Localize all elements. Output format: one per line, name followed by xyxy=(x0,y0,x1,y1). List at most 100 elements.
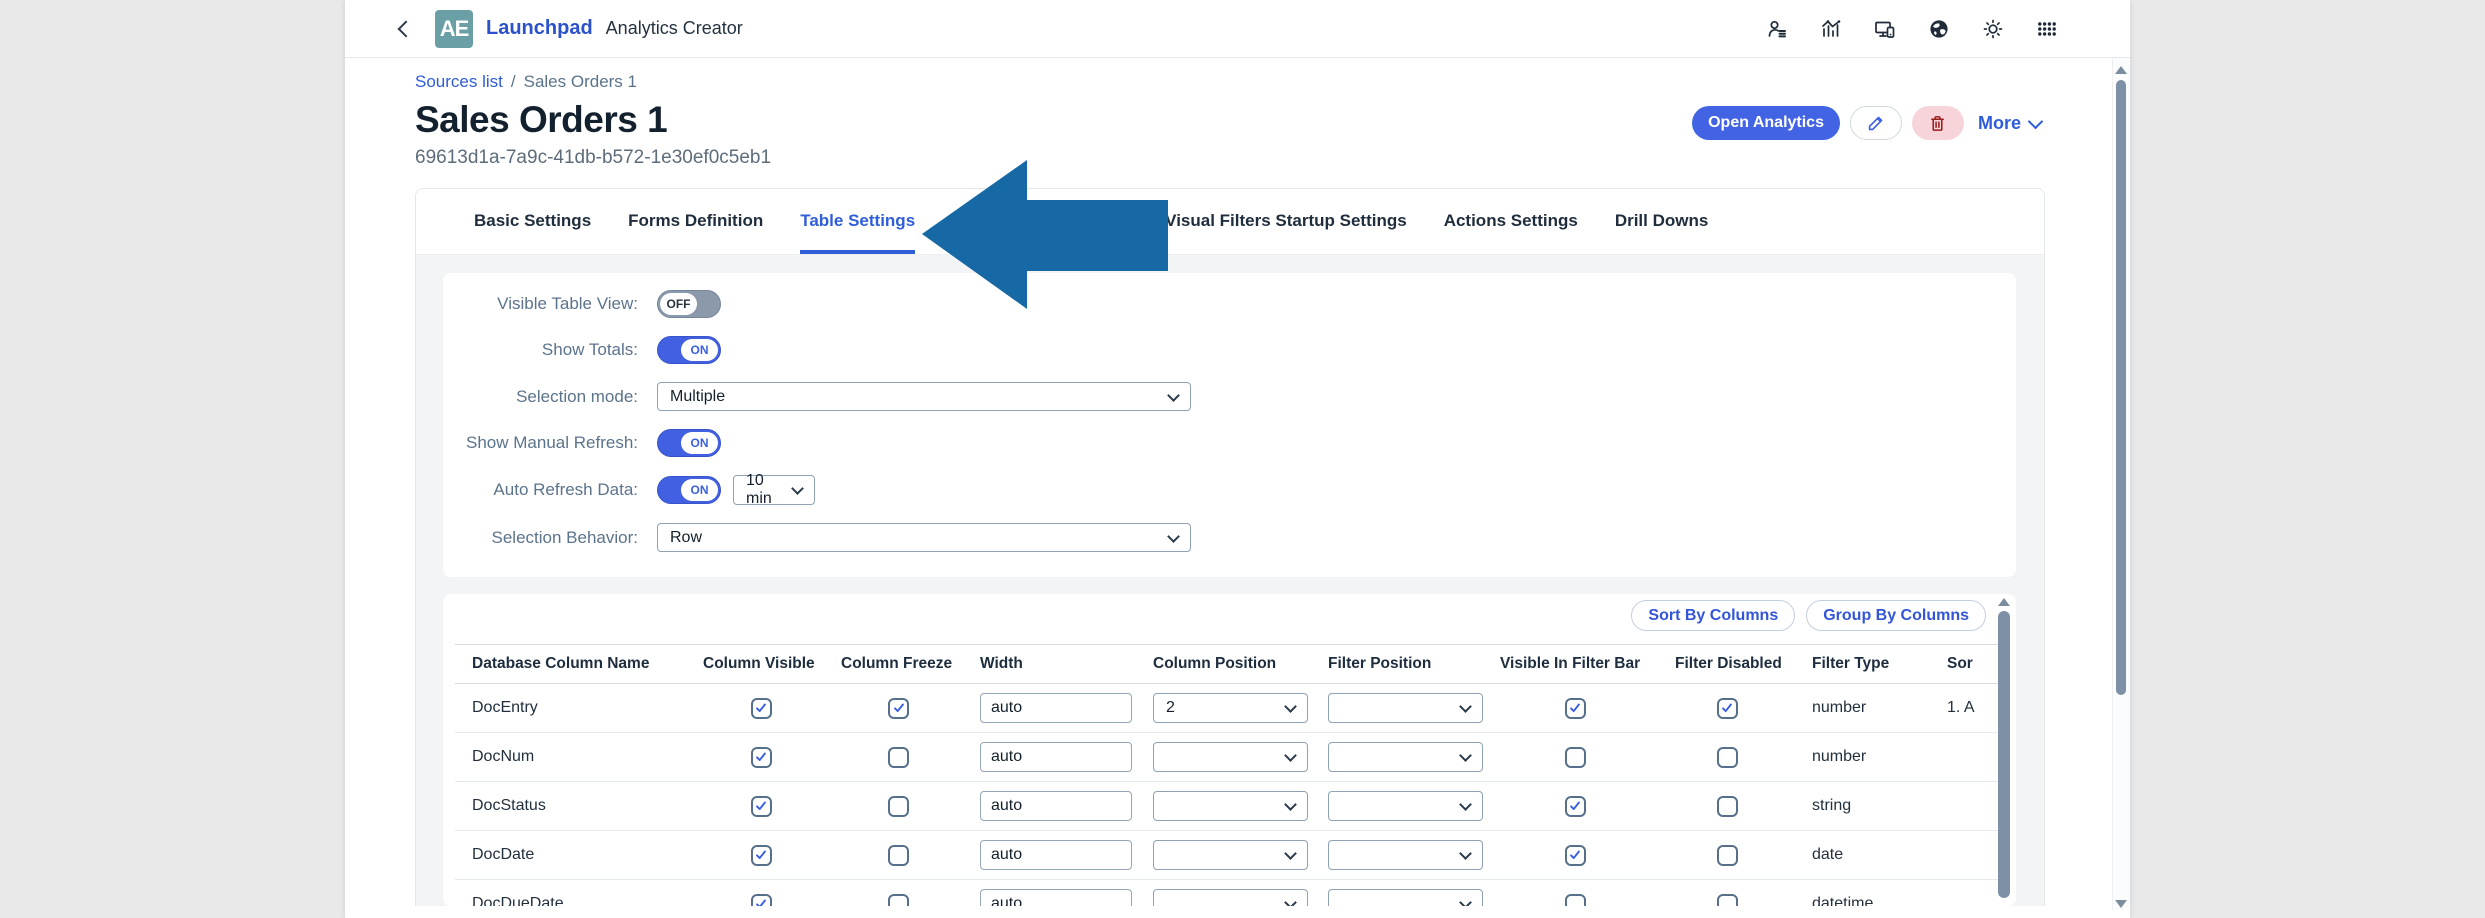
column-freeze-checkbox[interactable] xyxy=(888,698,909,719)
filter-disabled-checkbox[interactable] xyxy=(1717,747,1738,768)
db-column-name: DocDueDate xyxy=(455,895,685,906)
appearance-theme-icon[interactable] xyxy=(1980,16,2006,42)
scroll-down-arrow[interactable] xyxy=(2115,900,2127,908)
table-body: DocEntry 2 number 1. A DocNum number Doc… xyxy=(455,684,2000,906)
obscured-tab-area[interactable] xyxy=(952,189,1128,254)
column-visible-checkbox[interactable] xyxy=(751,796,772,817)
browser-scrollbar-thumb[interactable] xyxy=(2116,80,2126,695)
auto-refresh-data-toggle[interactable]: ON xyxy=(657,476,721,504)
browser-scrollbar[interactable] xyxy=(2112,58,2130,910)
more-button[interactable]: More xyxy=(1974,113,2045,134)
column-freeze-checkbox[interactable] xyxy=(888,747,909,768)
chevron-down-icon xyxy=(1167,389,1180,402)
filter-disabled-checkbox[interactable] xyxy=(1717,845,1738,866)
auto-refresh-interval-select[interactable]: 10 min xyxy=(733,475,815,505)
group-by-columns-button[interactable]: Group By Columns xyxy=(1806,600,1986,631)
chevron-down-icon xyxy=(2028,113,2044,129)
tab-basic-settings[interactable]: Basic Settings xyxy=(474,189,591,254)
auto-refresh-data-label: Auto Refresh Data: xyxy=(443,480,638,500)
filter-disabled-checkbox[interactable] xyxy=(1717,796,1738,817)
width-input[interactable] xyxy=(980,889,1132,906)
filter-position-select[interactable] xyxy=(1328,840,1483,870)
app-header: AE Launchpad Analytics Creator xyxy=(345,0,2130,58)
column-visible-checkbox[interactable] xyxy=(751,845,772,866)
breadcrumb-link-sources-list[interactable]: Sources list xyxy=(415,72,503,92)
column-freeze-checkbox[interactable] xyxy=(888,796,909,817)
scroll-up-arrow[interactable] xyxy=(1998,598,2010,606)
settings-tabbar: Basic Settings Forms Definition Table Se… xyxy=(416,189,2044,255)
selection-behavior-select[interactable]: Row xyxy=(657,523,1191,552)
header-visible-in-filter-bar: Visible In Filter Bar xyxy=(1493,655,1657,673)
visible-in-filter-bar-checkbox[interactable] xyxy=(1565,747,1586,768)
width-input[interactable] xyxy=(980,693,1132,723)
app-logo[interactable]: AE xyxy=(435,10,473,48)
chevron-down-icon xyxy=(1167,530,1180,543)
width-input[interactable] xyxy=(980,840,1132,870)
filter-position-select[interactable] xyxy=(1328,693,1483,723)
back-button[interactable] xyxy=(393,16,419,42)
chevron-down-icon xyxy=(1284,847,1297,860)
show-totals-toggle[interactable]: ON xyxy=(657,336,721,364)
visible-in-filter-bar-checkbox[interactable] xyxy=(1565,894,1586,907)
scroll-up-arrow[interactable] xyxy=(2115,66,2127,74)
filter-disabled-checkbox[interactable] xyxy=(1717,698,1738,719)
column-position-select[interactable] xyxy=(1153,742,1308,772)
visible-in-filter-bar-checkbox[interactable] xyxy=(1565,845,1586,866)
table-scrollbar-thumb[interactable] xyxy=(1998,611,2010,898)
visible-table-view-toggle[interactable]: OFF xyxy=(657,290,721,318)
filter-position-select[interactable] xyxy=(1328,791,1483,821)
columns-table: Database Column Name Column Visible Colu… xyxy=(455,644,2000,906)
width-input[interactable] xyxy=(980,742,1132,772)
header-filter-type: Filter Type xyxy=(1797,655,1935,673)
tab-table-settings[interactable]: Table Settings xyxy=(800,189,915,254)
selection-mode-select[interactable]: Multiple xyxy=(657,382,1191,411)
analytics-chart-icon[interactable] xyxy=(1818,16,1844,42)
show-manual-refresh-label: Show Manual Refresh: xyxy=(443,433,638,453)
column-position-select[interactable] xyxy=(1153,889,1308,906)
delete-button[interactable] xyxy=(1912,106,1964,140)
table-scrollbar[interactable] xyxy=(1998,598,2010,898)
chevron-down-icon xyxy=(1459,847,1472,860)
column-freeze-checkbox[interactable] xyxy=(888,894,909,907)
globe-icon[interactable] xyxy=(1926,16,1952,42)
width-input[interactable] xyxy=(980,791,1132,821)
db-column-name: DocDate xyxy=(455,846,685,864)
source-uuid: 69613d1a-7a9c-41db-b572-1e30ef0c5eb1 xyxy=(415,147,2045,169)
selection-mode-label: Selection mode: xyxy=(443,387,638,407)
column-position-select[interactable] xyxy=(1153,791,1308,821)
devices-icon[interactable] xyxy=(1872,16,1898,42)
show-manual-refresh-toggle[interactable]: ON xyxy=(657,429,721,457)
chevron-down-icon xyxy=(791,482,804,495)
tab-forms-definition[interactable]: Forms Definition xyxy=(628,189,763,254)
column-position-select[interactable] xyxy=(1153,840,1308,870)
column-position-select[interactable]: 2 xyxy=(1153,693,1308,723)
page-content: Sources list / Sales Orders 1 Sales Orde… xyxy=(345,58,2130,906)
column-visible-checkbox[interactable] xyxy=(751,747,772,768)
table-row: DocDueDate datetime xyxy=(455,880,2000,906)
tab-visual-filters-startup-settings[interactable]: Visual Filters Startup Settings xyxy=(1165,189,1407,254)
filter-disabled-checkbox[interactable] xyxy=(1717,894,1738,907)
app-switcher-icon[interactable] xyxy=(2034,16,2060,42)
column-visible-checkbox[interactable] xyxy=(751,894,772,907)
column-freeze-checkbox[interactable] xyxy=(888,845,909,866)
filter-type-value: datetime xyxy=(1797,895,1935,906)
tab-actions-settings[interactable]: Actions Settings xyxy=(1444,189,1578,254)
sort-by-columns-button[interactable]: Sort By Columns xyxy=(1631,600,1795,631)
table-settings-panel: Visible Table View: OFF Show Totals: xyxy=(416,255,2044,906)
filter-position-select[interactable] xyxy=(1328,889,1483,906)
filter-position-select[interactable] xyxy=(1328,742,1483,772)
header-column-freeze: Column Freeze xyxy=(837,655,960,673)
selection-behavior-label: Selection Behavior: xyxy=(443,528,638,548)
header-filter-disabled: Filter Disabled xyxy=(1657,655,1797,673)
user-settings-icon[interactable] xyxy=(1764,16,1790,42)
visible-in-filter-bar-checkbox[interactable] xyxy=(1565,698,1586,719)
browser-viewport: AE Launchpad Analytics Creator xyxy=(345,0,2130,918)
show-totals-label: Show Totals: xyxy=(443,340,638,360)
column-visible-checkbox[interactable] xyxy=(751,698,772,719)
open-analytics-button[interactable]: Open Analytics xyxy=(1692,106,1840,140)
tab-drill-downs[interactable]: Drill Downs xyxy=(1615,189,1709,254)
edit-button[interactable] xyxy=(1850,106,1902,140)
visible-in-filter-bar-checkbox[interactable] xyxy=(1565,796,1586,817)
db-column-name: DocStatus xyxy=(455,797,685,815)
header-toolbar xyxy=(1764,16,2060,42)
